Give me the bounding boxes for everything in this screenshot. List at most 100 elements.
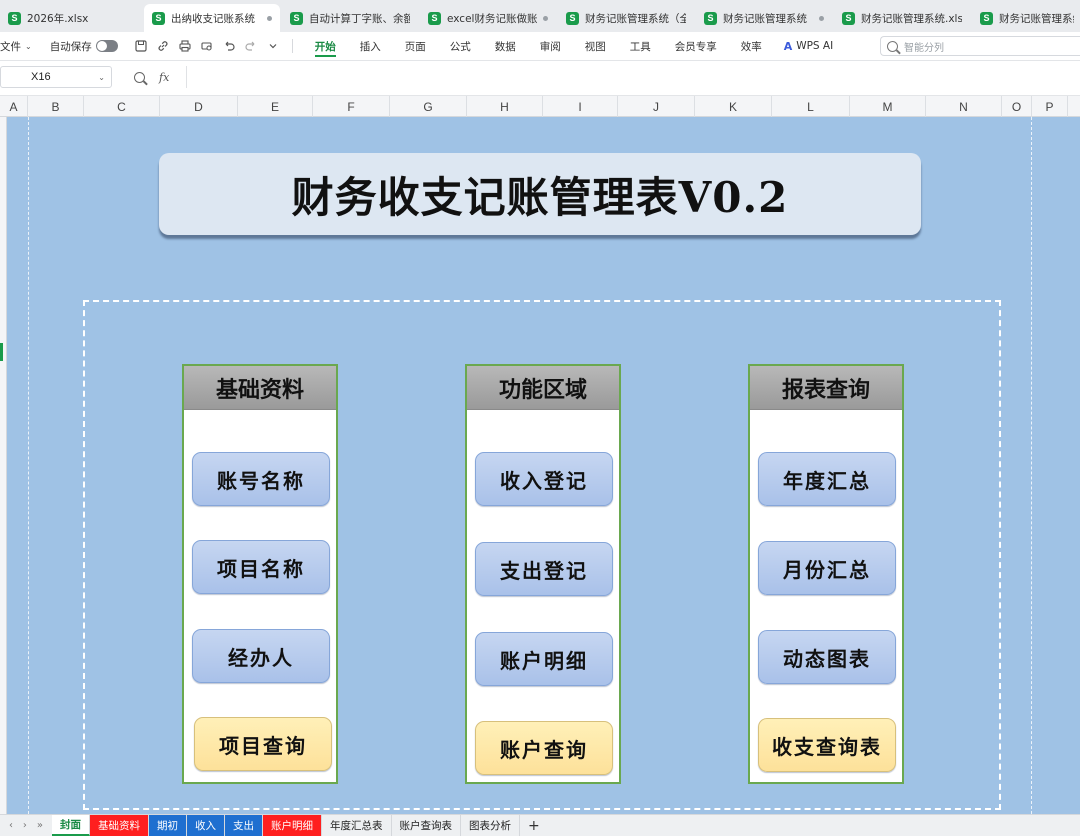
cell-reference: X16	[31, 71, 51, 83]
document-tab[interactable]: S 财务记账管理系统（	[696, 4, 832, 32]
monthly-summary-button[interactable]: 月份汇总	[758, 541, 896, 595]
column-header[interactable]: K	[695, 96, 772, 117]
column-header[interactable]: L	[772, 96, 850, 117]
column-header[interactable]: G	[390, 96, 467, 117]
spreadsheet-icon: S	[704, 11, 717, 25]
income-expense-query-button[interactable]: 收支查询表	[758, 718, 896, 772]
annual-summary-button[interactable]: 年度汇总	[758, 452, 896, 506]
ribbon: 文件 ⌄ 自动保存 开始 插入 页面 公式 数据 审阅 视图 工具 会员专享 效率 A WPS A…	[0, 32, 1080, 60]
sheet-tab[interactable]: 封面	[52, 815, 90, 836]
column-header[interactable]: C	[84, 96, 160, 117]
selected-row-marker	[0, 343, 3, 361]
document-tab[interactable]: S 财务记账管理系统	[972, 4, 1080, 32]
spreadsheet-icon: S	[980, 11, 993, 25]
insert-function-icon[interactable]: fx	[159, 71, 169, 84]
column-header[interactable]: J	[618, 96, 695, 117]
project-name-button[interactable]: 项目名称	[192, 540, 330, 594]
autosave-toggle[interactable]	[95, 40, 118, 52]
sheet-tab[interactable]: 图表分析	[461, 815, 520, 836]
first-sheet-icon[interactable]: ‹	[9, 820, 13, 831]
document-tab-label: 财务记账管理系统（全	[585, 12, 686, 25]
chevron-down-icon: ⌄	[98, 72, 105, 82]
worksheet-canvas[interactable]: 财务收支记账管理表V0.2 基础资料 账号名称 项目名称 经办人 项目查询 功能…	[7, 117, 1080, 814]
search-icon	[887, 40, 898, 52]
account-query-button[interactable]: 账户查询	[475, 721, 613, 775]
save-icon[interactable]	[134, 39, 148, 53]
autosave-control[interactable]: 自动保存	[50, 39, 118, 54]
menu-tab[interactable]: 会员专享	[663, 32, 729, 60]
panel-basic-data: 基础资料 账号名称 项目名称 经办人 项目查询	[182, 364, 338, 784]
search-placeholder: 智能分列	[904, 42, 944, 54]
sheet-tab[interactable]: 年度汇总表	[322, 815, 392, 836]
last-sheet-icon[interactable]: »	[37, 820, 43, 831]
add-sheet-icon[interactable]: +	[520, 818, 548, 834]
column-header[interactable]: P	[1032, 96, 1068, 117]
unsaved-dot-icon	[543, 15, 548, 21]
menu-tab[interactable]: 工具	[618, 32, 663, 60]
formula-input[interactable]	[186, 66, 1080, 88]
sheet-nav-arrows: ‹ › »	[0, 820, 52, 831]
prev-sheet-icon[interactable]: ›	[23, 820, 27, 831]
sheet-tab[interactable]: 基础资料	[90, 815, 149, 836]
menu-tab[interactable]: 视图	[573, 32, 618, 60]
menu-tab[interactable]: 数据	[483, 32, 528, 60]
unsaved-dot-icon	[267, 15, 272, 21]
quick-access-more-icon[interactable]	[266, 39, 280, 53]
spreadsheet-icon: S	[8, 11, 21, 25]
column-header[interactable]: N	[926, 96, 1002, 117]
zoom-icon[interactable]	[134, 71, 145, 83]
menu-tab[interactable]: 插入	[348, 32, 393, 60]
sheet-tab[interactable]: 收入	[187, 815, 225, 836]
spreadsheet-icon: S	[290, 11, 303, 25]
document-tab[interactable]: S 出纳收支记账系统（	[144, 4, 280, 32]
column-header[interactable]: B	[28, 96, 84, 117]
account-name-button[interactable]: 账号名称	[192, 452, 330, 506]
column-header[interactable]: F	[313, 96, 390, 117]
menu-tab[interactable]: 开始	[303, 32, 348, 60]
project-query-button[interactable]: 项目查询	[194, 717, 332, 771]
document-tab[interactable]: S 自动计算丁字账、余额	[282, 4, 418, 32]
sheet-tab[interactable]: 支出	[225, 815, 263, 836]
file-menu[interactable]: 文件 ⌄	[0, 39, 32, 54]
document-tab-label: 2026年.xlsx	[27, 12, 89, 25]
column-header[interactable]: E	[238, 96, 313, 117]
sheet-tab[interactable]: 账户查询表	[392, 815, 461, 836]
page-title: 财务收支记账管理表V0.2	[291, 172, 789, 222]
name-box[interactable]: X16 ⌄	[0, 66, 112, 88]
search-input[interactable]: 智能分列	[880, 36, 1080, 56]
menu-tab[interactable]: 效率	[729, 32, 774, 60]
wps-ai-label: WPS AI	[796, 40, 834, 52]
handler-button[interactable]: 经办人	[192, 629, 330, 683]
document-tab[interactable]: S 财务记账管理系统（全	[558, 4, 694, 32]
redo-icon[interactable]	[244, 39, 258, 53]
account-detail-button[interactable]: 账户明细	[475, 632, 613, 686]
undo-icon[interactable]	[222, 39, 236, 53]
menu-tab[interactable]: 页面	[393, 32, 438, 60]
document-tab[interactable]: Sexcel财务记账做账系	[420, 4, 556, 32]
column-header[interactable]: I	[543, 96, 618, 117]
income-entry-button[interactable]: 收入登记	[475, 452, 613, 506]
menu-tab[interactable]: 公式	[438, 32, 483, 60]
wps-ai-button[interactable]: A WPS AI	[774, 40, 844, 53]
column-header[interactable]: H	[467, 96, 543, 117]
sheet-tab[interactable]: 期初	[149, 815, 187, 836]
column-headers: ABCDEFGHIJKLMNOP	[0, 95, 1080, 117]
print-icon[interactable]	[178, 39, 192, 53]
menu-tab[interactable]: 审阅	[528, 32, 573, 60]
document-tab-label: 自动计算丁字账、余额	[309, 12, 410, 25]
share-link-icon[interactable]	[156, 39, 170, 53]
document-tab[interactable]: S 2026年.xlsx	[0, 4, 142, 32]
print-preview-icon[interactable]	[200, 39, 214, 53]
dynamic-chart-button[interactable]: 动态图表	[758, 630, 896, 684]
expense-entry-button[interactable]: 支出登记	[475, 542, 613, 596]
column-header[interactable]: A	[0, 96, 28, 117]
spreadsheet-icon: S	[842, 11, 855, 25]
autosave-label: 自动保存	[49, 40, 92, 53]
column-header[interactable]: D	[160, 96, 238, 117]
sheet-tab[interactable]: 账户明细	[263, 815, 322, 836]
document-tab[interactable]: S 财务记账管理系统.xls	[834, 4, 970, 32]
column-header[interactable]: M	[850, 96, 926, 117]
column-header[interactable]: O	[1002, 96, 1032, 117]
panel-header: 功能区域	[467, 366, 619, 410]
spreadsheet-icon: S	[428, 11, 441, 25]
